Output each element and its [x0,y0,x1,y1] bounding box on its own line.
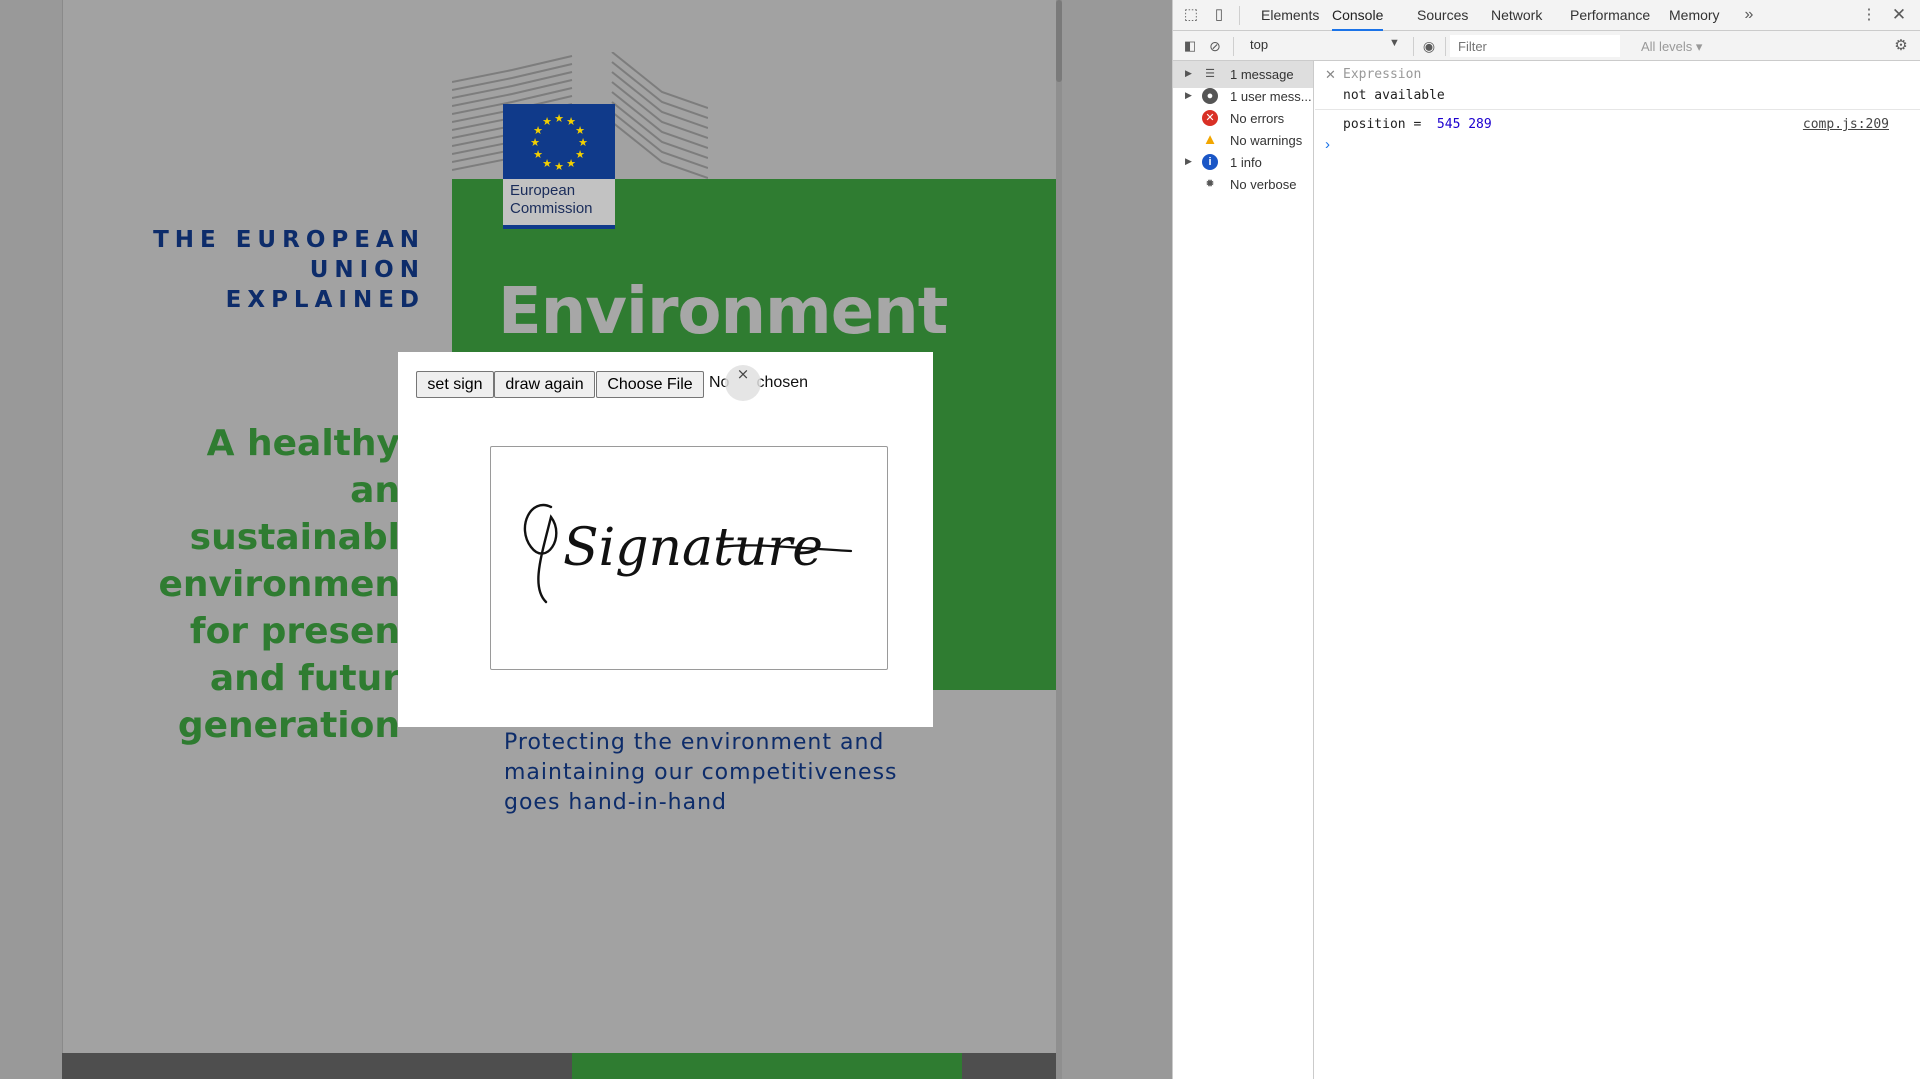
signature-drawing: Signature [523,503,853,604]
devtools-tab-bar: ⬚ ▯ Elements Console Sources Network Per… [1173,0,1920,31]
gear-icon[interactable]: ⚙ [1891,36,1911,56]
sidebar-item-verbose[interactable]: ✹ No verbose [1173,171,1313,198]
live-expression-value: not available [1343,88,1445,103]
tab-memory[interactable]: Memory [1669,0,1720,31]
sidebar-toggle-icon[interactable]: ◧ [1180,36,1200,56]
ec-logo-bar [503,225,615,229]
signature-modal: set sign draw again Choose File No chosen… [398,352,933,727]
close-devtools-icon[interactable]: ✕ [1889,5,1909,25]
eu-flag-icon: ★ ★★ ★★★ ★★★ ★★★ [503,104,615,179]
console-output: ✕ Expression not available position = 54… [1315,61,1920,1079]
tagline-line: environmen [158,564,400,605]
tab-network[interactable]: Network [1491,0,1542,31]
subtitle-line: Protecting the environment and [504,730,885,755]
tagline-line: and futur [209,658,400,699]
context-selector[interactable]: top [1250,37,1400,52]
log-values: 545 289 [1436,117,1492,132]
tab-performance[interactable]: Performance [1570,0,1650,31]
tagline-line: for presen [189,611,400,652]
svg-text:★: ★ [533,148,543,161]
sidebar-item-label: 1 user mess... [1230,89,1312,104]
page-title: Environment [498,275,948,349]
signature-canvas[interactable]: Signature [490,446,888,670]
sidebar-item-label: No errors [1230,111,1285,126]
kebab-menu-icon[interactable]: ⋮ [1859,5,1879,25]
device-toolbar-icon[interactable]: ▯ [1209,5,1229,25]
sidebar-item-label: 1 message [1230,67,1294,82]
tab-elements[interactable]: Elements [1261,0,1319,31]
signature-text: Signature [563,518,823,578]
expand-arrow-icon[interactable]: ▶ [1185,90,1192,101]
console-prompt-icon[interactable]: › [1325,136,1330,153]
svg-text:★: ★ [542,115,552,128]
console-sidebar: ▶ ☰ 1 message ▶ ● 1 user mess... ✕ No er… [1173,61,1314,1079]
choose-file-button[interactable]: Choose File [596,371,704,398]
file-status-right: chosen [756,374,809,391]
console-toolbar: ◧ ⊘ top ▼ ◉ All levels ▾ ⚙ [1173,31,1920,61]
ec-logo-line: European [510,182,576,199]
tagline-line: generation [177,705,400,746]
log-prefix: position = [1343,117,1430,132]
filter-input[interactable] [1450,35,1620,57]
page-scrollbar[interactable] [1056,0,1062,1079]
error-icon: ✕ [1202,110,1218,126]
bottom-green-strip [572,1053,962,1079]
protecting-subtitle: Protecting the environment and maintaini… [504,728,964,818]
expand-arrow-icon[interactable]: ▶ [1185,156,1192,167]
list-icon: ☰ [1205,68,1215,80]
svg-text:★: ★ [530,136,540,149]
tagline-line: A healthy an [206,423,400,511]
expand-arrow-icon[interactable]: ▶ [1185,68,1192,79]
remove-expression-icon[interactable]: ✕ [1325,67,1336,83]
toolbar-divider [1445,37,1446,56]
ec-logo-text: European Commission [510,182,610,218]
set-sign-button[interactable]: set sign [416,371,494,398]
toolbar-divider [1239,6,1240,25]
devtools-panel: ⬚ ▯ Elements Console Sources Network Per… [1172,0,1920,1079]
eu-explained-heading: THE EUROPEAN UNION EXPLAINED [130,225,425,315]
scrollbar-thumb[interactable] [1056,0,1062,82]
subtitle-line: goes hand-in-hand [504,790,728,815]
log-source-link[interactable]: comp.js:209 [1803,117,1889,132]
sidebar-item-label: No warnings [1230,133,1303,148]
levels-label: All levels [1641,39,1693,54]
eye-icon[interactable]: ◉ [1419,36,1439,56]
heading-line: THE EUROPEAN [153,227,425,253]
toolbar-divider [1233,37,1234,56]
subtitle-line: maintaining our competitiveness [504,760,898,785]
svg-text:★: ★ [554,112,564,125]
inspect-element-icon[interactable]: ⬚ [1181,5,1201,25]
clear-console-icon[interactable]: ⊘ [1205,36,1225,56]
heading-line: EXPLAINED [225,287,425,313]
live-expression-label[interactable]: Expression [1343,67,1421,82]
log-levels-dropdown[interactable]: All levels ▾ [1641,39,1702,55]
svg-text:★: ★ [554,160,564,173]
tab-console[interactable]: Console [1332,0,1384,31]
user-icon: ● [1202,88,1218,104]
svg-text:★: ★ [542,157,552,170]
sidebar-item-label: No verbose [1230,177,1297,192]
tagline-line: sustainabl [189,517,400,558]
sidebar-item-label: 1 info [1230,155,1262,170]
european-commission-logo: ★ ★ ★ ★ ★ ★ ★ ★ ★ ★ ★ ★ European Commission [503,104,615,229]
warning-icon: ▲ [1202,131,1218,148]
more-tabs-icon[interactable]: » [1739,5,1759,25]
browser-viewport: ★ ★ ★ ★ ★ ★ ★ ★ ★ ★ ★ ★ European Commission THE … [0,0,1172,1079]
ec-logo-line: Commission [510,200,593,217]
svg-text:★: ★ [566,157,576,170]
draw-again-button[interactable]: draw again [494,371,595,398]
log-message: position = 545 289 [1343,117,1492,132]
bug-icon: ✹ [1205,178,1215,190]
close-icon[interactable]: × [725,365,761,401]
svg-text:★: ★ [575,148,585,161]
heading-line: UNION [309,257,425,283]
console-log-row: position = 545 289 comp.js:209 [1315,109,1920,136]
tab-sources[interactable]: Sources [1417,0,1468,31]
info-icon: i [1202,154,1218,170]
toolbar-divider [1413,37,1414,56]
chevron-down-icon: ▼ [1389,37,1400,49]
